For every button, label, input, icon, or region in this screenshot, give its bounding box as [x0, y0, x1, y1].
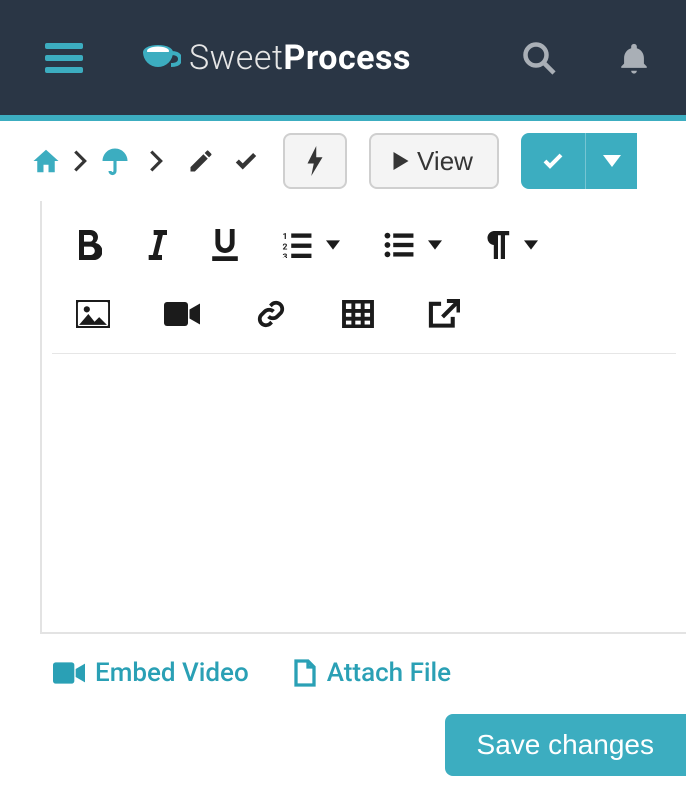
menu-icon[interactable] [45, 43, 83, 73]
approve-button[interactable] [521, 133, 585, 189]
breadcrumb-toolbar: View [0, 121, 686, 201]
save-changes-label: Save changes [477, 729, 654, 760]
insert-link-button[interactable] [254, 299, 288, 329]
ordered-list-button[interactable]: 1 2 3 [282, 232, 340, 258]
brand-text-thin: Sweet [189, 38, 283, 78]
view-button[interactable]: View [369, 133, 499, 189]
view-button-label: View [417, 146, 473, 177]
open-external-button[interactable] [428, 299, 460, 329]
svg-text:2: 2 [283, 242, 288, 252]
paragraph-format-button[interactable] [486, 231, 538, 259]
insert-image-button[interactable] [76, 300, 110, 328]
quick-action-button[interactable] [283, 133, 347, 189]
brand-text-bold: Process [283, 38, 411, 78]
editor-toolbar-row-2 [52, 279, 676, 347]
chevron-right-icon [149, 150, 163, 172]
cup-icon [141, 43, 181, 73]
attach-file-link[interactable]: Attach File [293, 658, 451, 688]
chevron-right-icon [73, 150, 87, 172]
footer-actions: Embed Video Attach File [0, 634, 686, 688]
rich-text-editor[interactable]: 1 2 3 [40, 201, 686, 634]
attach-file-label: Attach File [327, 658, 451, 688]
svg-text:1: 1 [283, 232, 288, 242]
edit-icon[interactable] [187, 147, 215, 175]
editor-toolbar-row-1: 1 2 3 [52, 221, 676, 279]
insert-table-button[interactable] [342, 300, 374, 328]
chevron-down-icon [428, 240, 442, 250]
insert-video-button[interactable] [164, 301, 200, 327]
top-nav: SweetProcess [0, 0, 686, 121]
bold-button[interactable] [76, 230, 102, 260]
embed-video-label: Embed Video [95, 658, 249, 688]
editor-content-area[interactable] [52, 354, 676, 614]
approve-dropdown-button[interactable] [585, 133, 637, 189]
umbrella-icon[interactable] [97, 146, 133, 176]
save-changes-button[interactable]: Save changes [445, 714, 686, 776]
checkmark-icon[interactable] [231, 148, 261, 174]
chevron-down-icon [524, 240, 538, 250]
italic-button[interactable] [146, 230, 168, 260]
embed-video-link[interactable]: Embed Video [53, 658, 249, 688]
home-icon[interactable] [29, 146, 63, 176]
unordered-list-button[interactable] [384, 232, 442, 258]
search-icon[interactable] [521, 40, 557, 76]
underline-button[interactable] [212, 229, 238, 261]
svg-text:3: 3 [283, 252, 288, 258]
chevron-down-icon [326, 240, 340, 250]
brand-logo[interactable]: SweetProcess [141, 38, 411, 78]
bell-icon[interactable] [617, 40, 651, 76]
